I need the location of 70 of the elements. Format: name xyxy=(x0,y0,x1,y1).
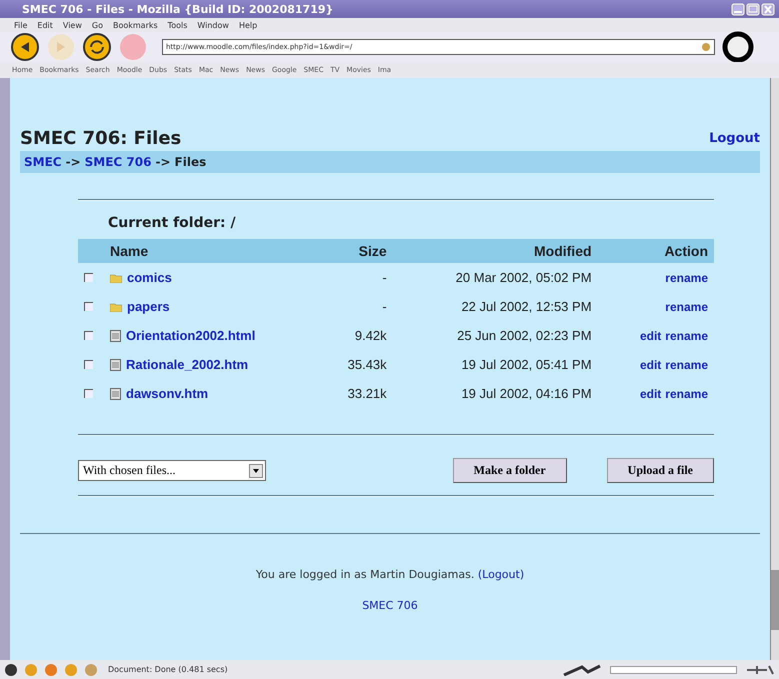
status-text: Document: Done (0.481 secs) xyxy=(108,665,228,674)
course-link[interactable]: SMEC 706 xyxy=(362,599,418,612)
menu-item[interactable]: File xyxy=(14,20,28,30)
action-link[interactable]: edit xyxy=(640,358,662,372)
form-button[interactable]: Upload a file xyxy=(606,458,714,483)
file-link[interactable]: Orientation2002.html xyxy=(126,328,256,343)
page-title: SMEC 706: Files xyxy=(20,128,182,149)
action-link[interactable]: edit xyxy=(640,387,662,401)
action-link[interactable]: rename xyxy=(665,271,708,285)
file-link[interactable]: comics xyxy=(127,270,172,285)
row-checkbox[interactable] xyxy=(84,273,93,282)
action-link[interactable]: rename xyxy=(665,358,708,372)
row-checkbox[interactable] xyxy=(84,331,93,340)
close-icon[interactable] xyxy=(761,2,775,16)
menu-item[interactable]: Go xyxy=(92,20,103,30)
table-cell-text: 9.42k xyxy=(354,327,388,345)
action-link[interactable]: rename xyxy=(665,387,708,401)
table-cell-text: 19 Jul 2002, 05:41 PM xyxy=(460,356,593,374)
breadcrumb-text: Files xyxy=(174,155,206,169)
menu-item[interactable]: View xyxy=(62,20,82,30)
connection-icon xyxy=(745,664,775,676)
file-link[interactable]: Rationale_2002.htm xyxy=(126,357,248,372)
document-icon xyxy=(110,388,121,400)
folder-icon xyxy=(110,302,122,312)
reload-icon[interactable] xyxy=(82,32,112,62)
table-cell: - xyxy=(322,263,393,292)
table-cell-text: 22 Jul 2002, 12:53 PM xyxy=(460,298,593,316)
table-cell-text: 35.43k xyxy=(346,356,388,374)
column-header: Action xyxy=(598,239,714,263)
menu-item[interactable]: Tools xyxy=(168,20,188,30)
menu-item[interactable]: Help xyxy=(238,20,258,30)
minimize-icon[interactable] xyxy=(731,2,745,16)
document-icon xyxy=(110,330,121,342)
security-icon xyxy=(562,664,602,676)
breadcrumb-text: -> xyxy=(155,155,171,169)
window-title: SMEC 706 - Files - Mozilla {Build ID: 2002081719} xyxy=(22,2,334,16)
menu-item[interactable]: Window xyxy=(197,20,229,30)
file-link[interactable]: dawsonv.htm xyxy=(126,386,208,401)
current-folder-label: Current folder: / xyxy=(108,215,237,231)
breadcrumb-link[interactable]: SMEC xyxy=(24,155,62,169)
column-header: Modified xyxy=(392,239,598,263)
logout-link[interactable]: Logout xyxy=(709,131,760,146)
table-cell-text: 33.21k xyxy=(346,385,388,403)
breadcrumb-text: -> xyxy=(66,155,81,169)
logout-link[interactable]: (Logout) xyxy=(478,568,524,581)
action-dropdown[interactable]: With chosen files... xyxy=(78,460,266,481)
action-link[interactable]: rename xyxy=(665,329,708,343)
login-info-text: You are logged in as Martin Dougiamas. xyxy=(256,568,474,581)
menu-item[interactable]: Bookmarks xyxy=(112,20,158,30)
maximize-icon[interactable] xyxy=(746,2,760,16)
form-button[interactable]: Make a folder xyxy=(452,458,567,483)
status-icons-drawing[interactable] xyxy=(4,662,100,676)
file-link[interactable]: papers xyxy=(127,299,170,314)
document-icon xyxy=(110,358,121,370)
breadcrumb-link[interactable]: SMEC 706 xyxy=(84,155,152,169)
scrollbar[interactable] xyxy=(770,78,779,660)
folder-icon xyxy=(110,272,122,282)
table-cell-text: 19 Jul 2002, 04:16 PM xyxy=(460,385,593,403)
table-cell-text: 25 Jun 2002, 02:23 PM xyxy=(456,327,593,345)
row-checkbox[interactable] xyxy=(84,389,93,398)
column-header: Name xyxy=(104,239,322,263)
table-cell: 20 Mar 2002, 05:02 PM xyxy=(392,263,598,292)
action-link[interactable]: edit xyxy=(640,329,662,343)
table-cell-text: - xyxy=(381,298,388,316)
row-checkbox[interactable] xyxy=(84,360,93,369)
column-header: Size xyxy=(322,239,393,263)
menu-item[interactable]: Edit xyxy=(37,20,53,30)
action-link[interactable]: rename xyxy=(665,300,708,314)
back-icon[interactable] xyxy=(10,32,40,62)
row-checkbox[interactable] xyxy=(84,302,93,311)
